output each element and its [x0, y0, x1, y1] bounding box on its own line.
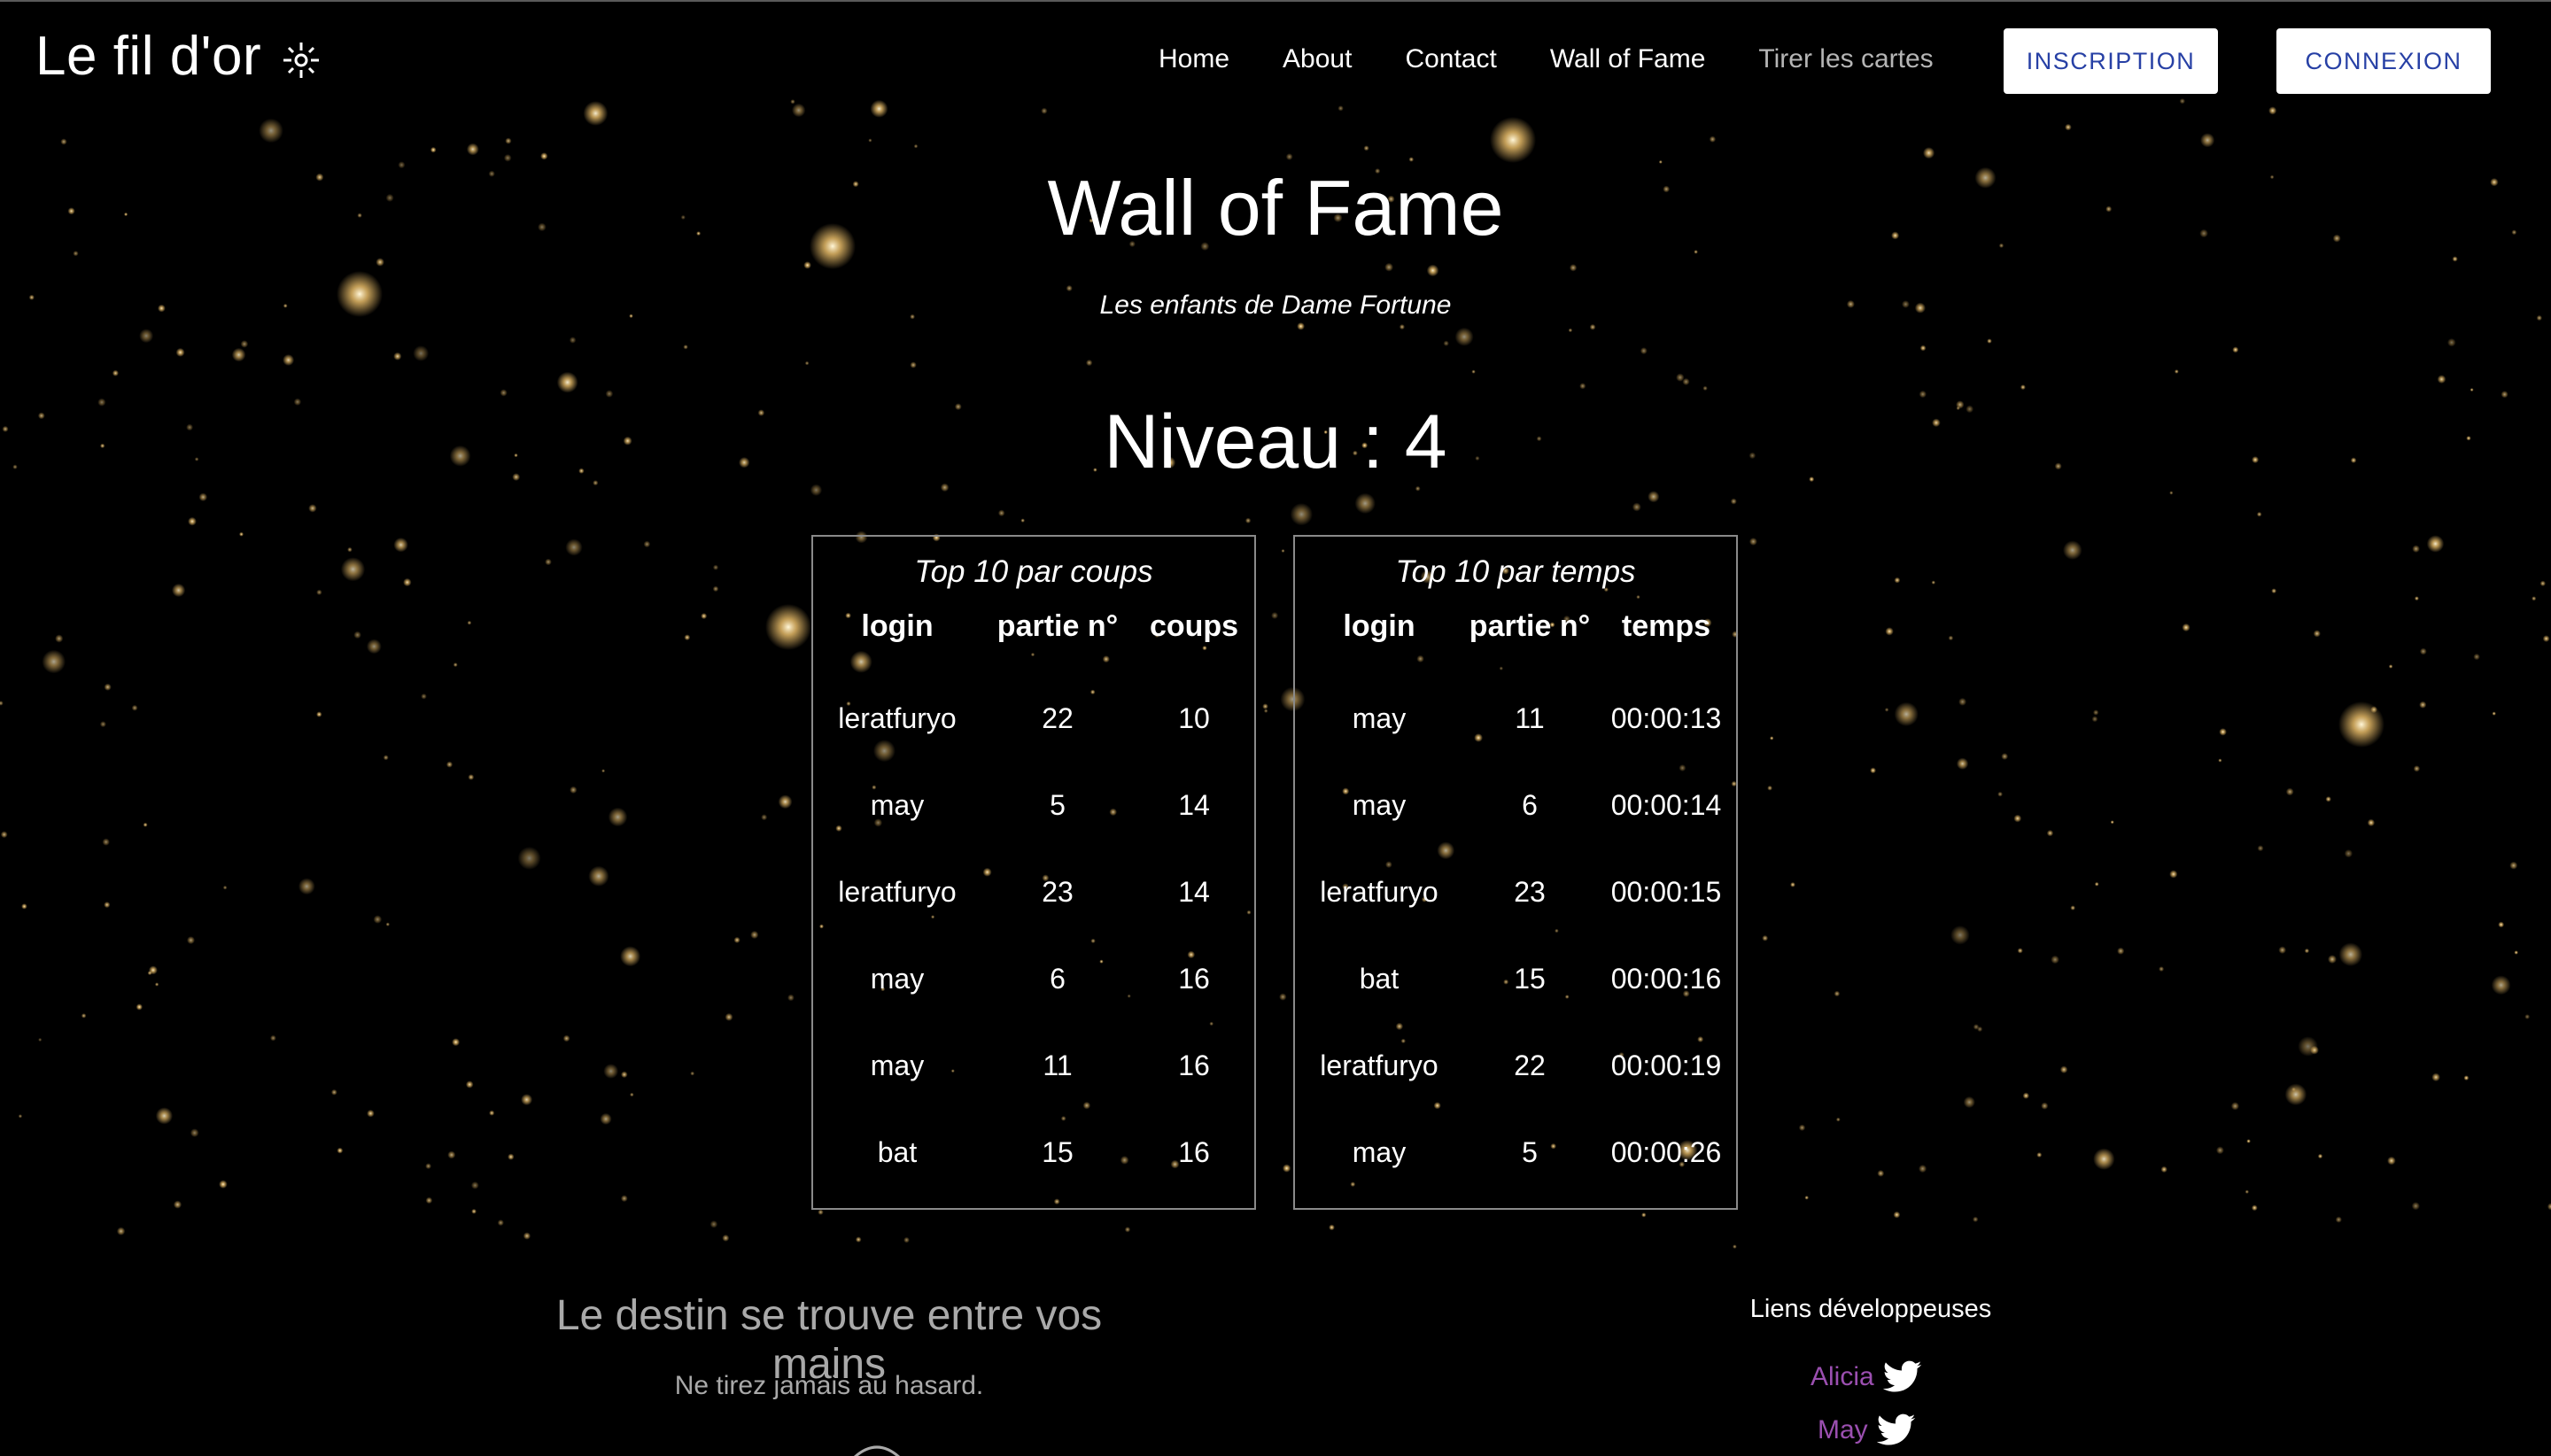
- table-row: may 5 00:00:26: [1295, 1109, 1736, 1196]
- nav-contact[interactable]: Contact: [1405, 44, 1496, 80]
- table-row: leratfuryo 22 00:00:19: [1295, 1022, 1736, 1109]
- cell-partie: 23: [1042, 875, 1074, 908]
- cell-coups: 10: [1178, 701, 1210, 734]
- top-temps-table: Top 10 par temps login partie n° temps m…: [1293, 535, 1738, 1210]
- cell-temps: 00:00:19: [1610, 1049, 1722, 1081]
- table-row: may 11 00:00:13: [1295, 654, 1736, 762]
- cell-login: leratfuryo: [1320, 875, 1438, 908]
- cell-login: bat: [1359, 962, 1400, 995]
- table-row: leratfuryo 23 00:00:15: [1295, 848, 1736, 935]
- cell-login: leratfuryo: [838, 701, 957, 734]
- table-row: may 5 14: [813, 762, 1254, 848]
- cell-partie: 6: [1522, 788, 1538, 821]
- cell-partie: 5: [1522, 1135, 1538, 1168]
- cell-coups: 14: [1178, 875, 1210, 908]
- nav-wall-of-fame[interactable]: Wall of Fame: [1550, 44, 1706, 80]
- cell-partie: 23: [1514, 875, 1546, 908]
- cell-login: may: [1352, 1135, 1407, 1168]
- brand-logo[interactable]: Le fil d'or: [35, 25, 261, 88]
- dev-link-may[interactable]: May: [1818, 1413, 1916, 1447]
- table-row: bat 15 00:00:16: [1295, 935, 1736, 1022]
- dev-name: Alicia: [1811, 1362, 1874, 1391]
- cell-coups: 16: [1178, 962, 1210, 995]
- cell-partie: 6: [1050, 962, 1066, 995]
- cell-login: may: [870, 962, 925, 995]
- column-header: coups: [1149, 608, 1239, 643]
- nav-tirer-les-cartes[interactable]: Tirer les cartes: [1758, 44, 1933, 80]
- footer-logo-partial: [854, 1445, 900, 1456]
- main-content: Wall of Fame Les enfants de Dame Fortune…: [0, 2, 2551, 1456]
- dev-link-alicia[interactable]: Alicia: [1811, 1360, 1922, 1394]
- cell-coups: 16: [1178, 1049, 1210, 1081]
- cell-login: may: [870, 1049, 925, 1081]
- column-header: login: [861, 608, 934, 643]
- cell-partie: 5: [1050, 788, 1066, 821]
- inscription-button[interactable]: INSCRIPTION: [2004, 28, 2218, 94]
- cell-partie: 15: [1514, 962, 1546, 995]
- page: Wall of Fame Les enfants de Dame Fortune…: [0, 0, 2551, 1456]
- footer-text: Ne tirez jamais au hasard.: [674, 1371, 984, 1400]
- level-heading: Niveau : 4: [1104, 399, 1447, 484]
- top-coups-caption: Top 10 par coups: [914, 554, 1153, 589]
- dev-name: May: [1818, 1415, 1868, 1444]
- cell-coups: 14: [1178, 788, 1210, 821]
- column-header: partie n°: [1469, 608, 1591, 643]
- column-header: login: [1343, 608, 1415, 643]
- nav-about[interactable]: About: [1283, 44, 1352, 80]
- column-header: temps: [1621, 608, 1711, 643]
- top-coups-table: Top 10 par coups login partie n° coups l…: [811, 535, 1256, 1210]
- cell-temps: 00:00:15: [1610, 875, 1722, 908]
- cell-temps: 00:00:14: [1610, 788, 1722, 821]
- top-temps-caption: Top 10 par temps: [1395, 554, 1636, 589]
- cell-partie: 22: [1514, 1049, 1546, 1081]
- dev-links-title: Liens développeuses: [1749, 1295, 1992, 1323]
- page-subtitle: Les enfants de Dame Fortune: [1099, 290, 1452, 320]
- connexion-button[interactable]: CONNEXION: [2276, 28, 2491, 94]
- cell-temps: 00:00:16: [1610, 962, 1722, 995]
- cell-login: may: [1352, 788, 1407, 821]
- cell-temps: 00:00:13: [1610, 701, 1722, 734]
- table-row: may 6 00:00:14: [1295, 762, 1736, 848]
- cell-partie: 11: [1043, 1049, 1073, 1081]
- cell-login: bat: [877, 1135, 918, 1168]
- table-row: may 11 16: [813, 1022, 1254, 1109]
- cell-login: leratfuryo: [838, 875, 957, 908]
- cell-partie: 15: [1042, 1135, 1074, 1168]
- table-row: leratfuryo 23 14: [813, 848, 1254, 935]
- nav-home[interactable]: Home: [1159, 44, 1229, 80]
- cell-login: may: [870, 788, 925, 821]
- table-row: leratfuryo 22 10: [813, 654, 1254, 762]
- sparkle-icon: [283, 43, 319, 78]
- cell-login: leratfuryo: [1320, 1049, 1438, 1081]
- table-row: bat 15 16: [813, 1109, 1254, 1196]
- cell-login: may: [1352, 701, 1407, 734]
- cell-temps: 00:00:26: [1610, 1135, 1722, 1168]
- navbar: Le fil d'or Home About Contact Wall of F…: [0, 2, 2551, 117]
- cell-partie: 22: [1042, 701, 1074, 734]
- nav-links: Home About Contact Wall of Fame Tirer le…: [1159, 44, 1934, 80]
- twitter-icon[interactable]: [1876, 1413, 1916, 1447]
- table-row: may 6 16: [813, 935, 1254, 1022]
- cell-partie: 11: [1515, 701, 1545, 734]
- cell-coups: 16: [1178, 1135, 1210, 1168]
- table-header-row: login partie n° coups: [813, 599, 1254, 654]
- page-title: Wall of Fame: [1047, 164, 1504, 252]
- column-header: partie n°: [996, 608, 1119, 643]
- twitter-icon[interactable]: [1882, 1360, 1922, 1394]
- table-header-row: login partie n° temps: [1295, 599, 1736, 654]
